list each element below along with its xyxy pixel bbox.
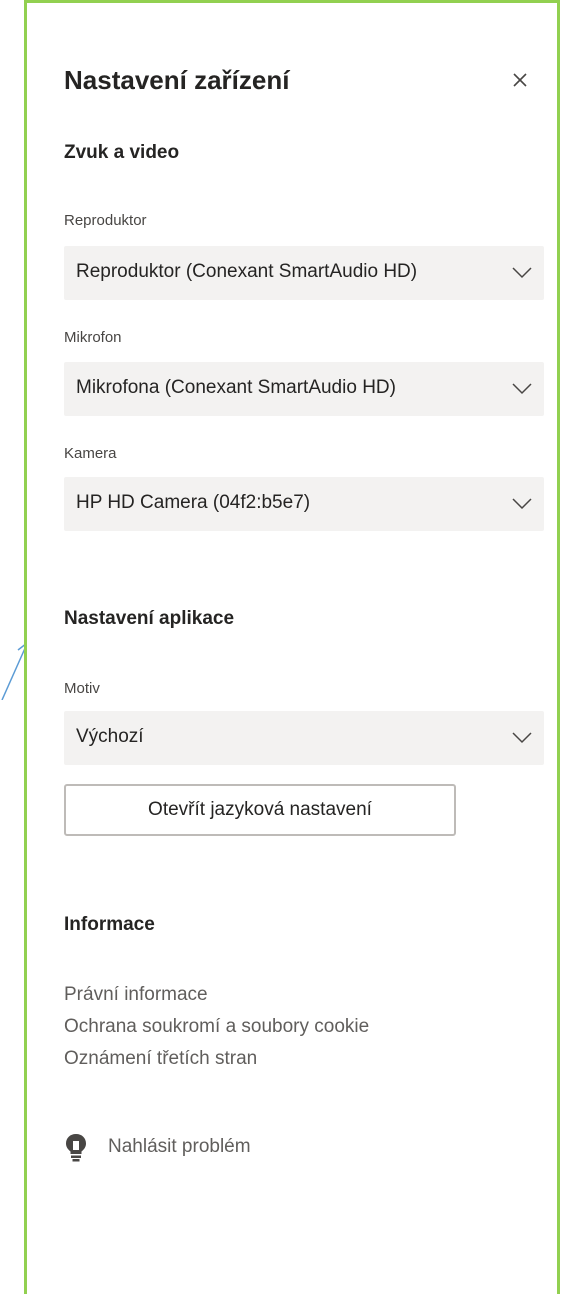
privacy-cookies-link[interactable]: Ochrana soukromí a soubory cookie: [64, 1016, 369, 1038]
chevron-down-icon: [512, 732, 532, 744]
mic-label: Mikrofon: [64, 329, 122, 346]
speaker-label: Reproduktor: [64, 212, 147, 229]
section-heading-info: Informace: [64, 914, 155, 935]
chevron-down-icon: [512, 383, 532, 395]
speaker-value: Reproduktor (Conexant SmartAudio HD): [76, 261, 418, 282]
report-problem-link[interactable]: Nahlásit problém: [64, 1130, 251, 1164]
mic-dropdown[interactable]: Mikrofona (Conexant SmartAudio HD): [64, 362, 544, 416]
chevron-down-icon: [512, 267, 532, 279]
camera-dropdown[interactable]: HP HD Camera (04f2:b5e7): [64, 477, 544, 531]
device-settings-panel: Nastavení zařízení Zvuk a video Reproduk…: [24, 0, 560, 1294]
theme-dropdown[interactable]: Výchozí: [64, 711, 544, 765]
section-heading-av: Zvuk a video: [64, 142, 180, 163]
section-heading-app: Nastavení aplikace: [64, 608, 235, 629]
theme-value: Výchozí: [76, 726, 144, 747]
third-party-notices-link[interactable]: Oznámení třetích stran: [64, 1048, 257, 1070]
lightbulb-icon: [66, 1134, 86, 1162]
theme-label: Motiv: [64, 680, 100, 697]
chevron-down-icon: [512, 498, 532, 510]
close-icon[interactable]: [506, 66, 534, 94]
speaker-dropdown[interactable]: Reproduktor (Conexant SmartAudio HD): [64, 246, 544, 300]
report-problem-label: Nahlásit problém: [108, 1136, 251, 1157]
camera-value: HP HD Camera (04f2:b5e7): [76, 492, 311, 513]
camera-label: Kamera: [64, 445, 117, 462]
panel-title: Nastavení zařízení: [64, 65, 290, 95]
legal-info-link[interactable]: Právní informace: [64, 984, 208, 1006]
mic-value: Mikrofona (Conexant SmartAudio HD): [76, 377, 396, 398]
open-language-settings-button[interactable]: Otevřít jazyková nastavení: [64, 784, 456, 836]
